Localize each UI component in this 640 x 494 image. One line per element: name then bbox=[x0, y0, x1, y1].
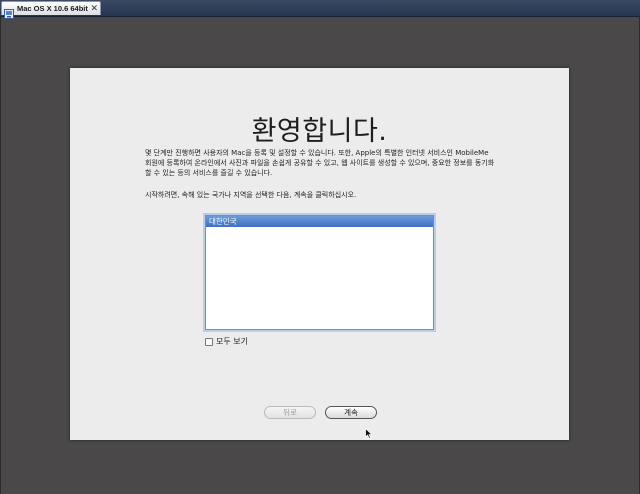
vm-tab[interactable]: Mac OS X 10.6 64bit ✕ bbox=[1, 1, 101, 19]
show-all-checkbox[interactable] bbox=[205, 337, 213, 346]
vm-tab-bar: Mac OS X 10.6 64bit ✕ bbox=[0, 0, 640, 19]
instruction-text: 시작하려면, 속해 있는 국가나 지역을 선택한 다음, 계속을 클릭하십시오. bbox=[145, 191, 357, 199]
list-item[interactable]: 대한민국 bbox=[206, 216, 433, 227]
continue-button[interactable]: 계속 bbox=[325, 406, 377, 419]
country-list[interactable]: 대한민국 bbox=[205, 215, 434, 330]
mouse-cursor-icon bbox=[365, 428, 373, 439]
back-button[interactable]: 뒤로 bbox=[264, 406, 316, 419]
vm-icon bbox=[4, 4, 14, 19]
intro-text: 몇 단계만 진행하면 사용자의 Mac을 등록 및 설정할 수 있습니다. 또한… bbox=[145, 149, 495, 177]
setup-assistant-window: 환영합니다. 몇 단계만 진행하면 사용자의 Mac을 등록 및 설정할 수 있… bbox=[70, 68, 569, 440]
vm-tab-title: Mac OS X 10.6 64bit bbox=[17, 4, 88, 13]
close-icon[interactable]: ✕ bbox=[90, 3, 98, 14]
show-all-label: 모두 보기 bbox=[216, 337, 248, 346]
show-all-toggle[interactable]: 모두 보기 bbox=[205, 336, 248, 347]
page-title: 환영합니다. bbox=[251, 116, 388, 147]
